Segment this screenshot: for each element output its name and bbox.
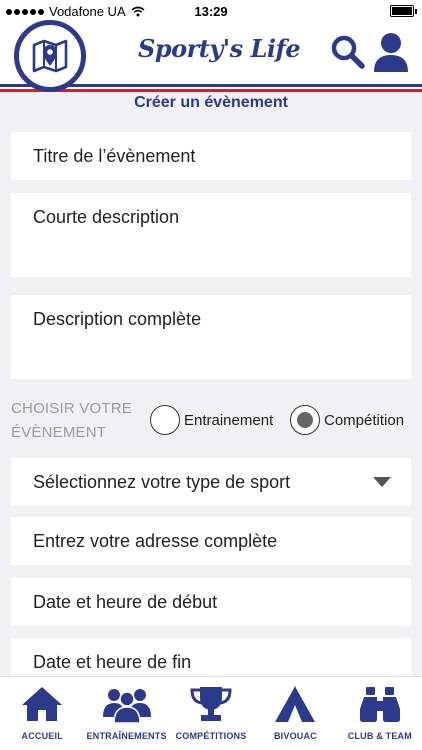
event-title-input[interactable]: Titre de l’évènement bbox=[11, 132, 411, 180]
status-bar: Vodafone UA 13:29 bbox=[0, 0, 422, 22]
address-input[interactable]: Entrez votre adresse complète bbox=[11, 517, 411, 565]
user-icon[interactable] bbox=[372, 32, 410, 72]
page-title: Créer un évènement bbox=[134, 94, 288, 111]
radio-competition[interactable]: Compétition bbox=[290, 405, 404, 435]
nav-item-bivouac[interactable]: BIVOUAC bbox=[253, 677, 337, 750]
bottom-nav: ACCUEIL ENTRAÎNEMENTS COMPÉTITIONS BIVOU… bbox=[0, 676, 422, 750]
app-logo[interactable]: Sporty's Life bbox=[138, 34, 301, 63]
status-time: 13:29 bbox=[194, 4, 228, 19]
radio-training-label: Entrainement bbox=[184, 411, 274, 429]
start-date-input[interactable]: Date et heure de début bbox=[11, 578, 411, 626]
group-icon bbox=[102, 689, 151, 723]
radio-competition-label: Compétition bbox=[324, 411, 405, 429]
tent-icon bbox=[275, 686, 316, 722]
nav-label-bivouac: BIVOUAC bbox=[273, 731, 317, 741]
sport-type-select-value: Sélectionnez votre type de sport bbox=[33, 472, 291, 492]
nav-item-competitions[interactable]: COMPÉTITIONS bbox=[169, 677, 253, 750]
nav-label-club-team: CLUB & TEAM bbox=[347, 731, 412, 741]
event-choice-label: CHOISIR VOTRE ÉVÈNEMENT bbox=[11, 400, 132, 441]
full-description-input[interactable]: Description complète bbox=[11, 295, 411, 379]
radio-training[interactable]: Entrainement bbox=[150, 405, 273, 435]
nav-item-home[interactable]: ACCUEIL bbox=[0, 677, 84, 750]
chevron-down-icon bbox=[373, 477, 391, 487]
binoculars-icon bbox=[359, 687, 400, 722]
nav-label-trainings: ENTRAÎNEMENTS bbox=[86, 731, 167, 741]
short-description-input[interactable]: Courte description bbox=[11, 193, 411, 277]
map-button[interactable] bbox=[14, 20, 86, 92]
sport-type-select[interactable]: Sélectionnez votre type de sport bbox=[11, 458, 411, 506]
map-pin-icon bbox=[32, 39, 68, 73]
home-icon bbox=[22, 687, 63, 721]
trophy-icon bbox=[190, 687, 232, 721]
nav-item-club-team[interactable]: CLUB & TEAM bbox=[338, 677, 422, 750]
battery-icon bbox=[390, 5, 417, 17]
nav-label-home: ACCUEIL bbox=[21, 731, 63, 741]
search-icon[interactable] bbox=[330, 34, 366, 70]
nav-item-trainings[interactable]: ENTRAÎNEMENTS bbox=[84, 677, 168, 750]
radio-training-circle[interactable] bbox=[150, 405, 180, 435]
radio-competition-circle[interactable] bbox=[290, 405, 320, 435]
nav-label-competitions: COMPÉTITIONS bbox=[175, 731, 247, 741]
